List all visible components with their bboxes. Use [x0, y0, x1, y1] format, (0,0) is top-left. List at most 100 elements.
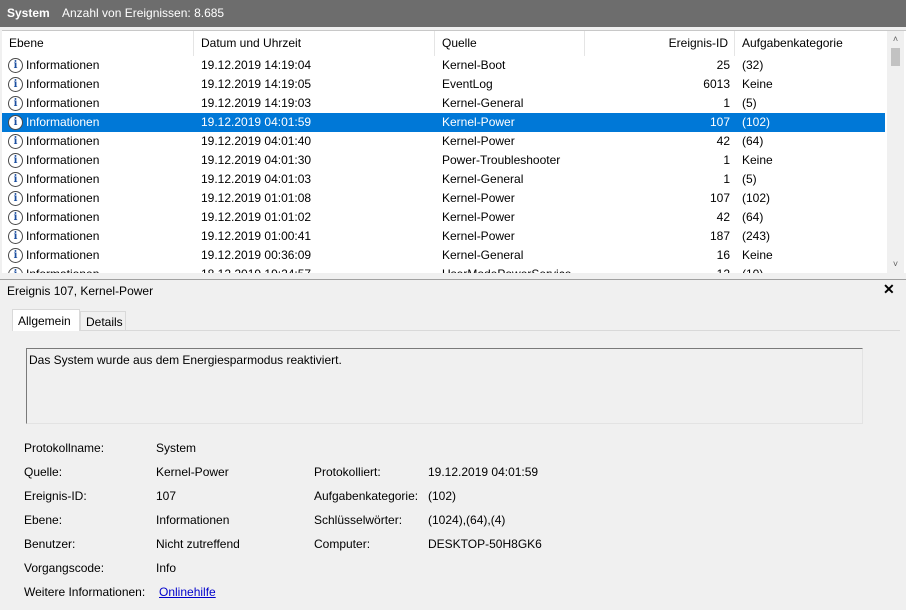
cell-category: (5) — [742, 172, 757, 186]
cell-date: 19.12.2019 04:01:59 — [201, 115, 312, 129]
cell-date: 19.12.2019 14:19:04 — [201, 58, 312, 72]
value-vorgangscode: Info — [156, 561, 177, 575]
column-quelle[interactable]: Quelle — [435, 31, 585, 56]
tab-details[interactable]: Details — [80, 311, 126, 331]
label-aufgabenkategorie: Aufgabenkategorie: — [314, 489, 419, 503]
cell-level: Informationen — [26, 265, 186, 273]
cell-level: Informationen — [26, 229, 100, 243]
detail-header: Ereignis 107, Kernel-Power ✕ — [0, 279, 906, 303]
cell-source: Kernel-General — [442, 96, 524, 110]
cell-source: Kernel-Power — [442, 115, 515, 129]
cell-source: Kernel-Boot — [442, 58, 506, 72]
info-icon: i — [8, 115, 23, 130]
cell-level: Informationen — [26, 191, 100, 205]
cell-category: (243) — [742, 229, 771, 243]
value-ebene: Informationen — [156, 513, 230, 527]
info-icon: i — [8, 229, 23, 244]
table-row[interactable]: iInformationen 18.12.2019 19:24:57 UserMod… — [2, 265, 885, 273]
cell-category: Keine — [742, 77, 773, 91]
info-icon: i — [8, 191, 23, 206]
cell-date: 19.12.2019 01:01:08 — [201, 191, 312, 205]
log-titlebar: System Anzahl von Ereignissen: 8.685 — [0, 0, 906, 27]
info-icon: i — [8, 267, 23, 273]
cell-category: (102) — [742, 191, 771, 205]
cell-date: 19.12.2019 14:19:03 — [201, 96, 312, 110]
info-icon: i — [8, 210, 23, 225]
scroll-down-icon[interactable]: ˅ — [887, 256, 904, 273]
cell-event-id: 16 — [716, 248, 730, 262]
cell-category: (64) — [742, 134, 764, 148]
log-name: System — [7, 6, 50, 20]
table-row[interactable]: i Informationen 19.12.2019 04:01:30 Power-T… — [2, 151, 885, 170]
tab-allgemein[interactable]: Allgemein — [12, 309, 80, 331]
label-weitere-informationen: Weitere Informationen: — [24, 585, 146, 599]
table-row[interactable]: i Informationen 19.12.2019 01:01:08 Kernel-… — [2, 189, 885, 208]
cell-date: 19.12.2019 14:19:05 — [201, 77, 312, 91]
cell-event-id: 1 — [723, 172, 730, 186]
cell-level: Informationen — [26, 96, 100, 110]
table-row[interactable]: i Informationen 19.12.2019 04:01:40 Kernel-… — [2, 132, 885, 151]
info-icon: i — [8, 172, 23, 187]
column-ereignis-id[interactable]: Ereignis-ID — [585, 31, 735, 56]
value-protokollname: System — [156, 441, 197, 455]
event-rows: i Informationen 19.12.2019 14:19:04 Kernel-… — [2, 56, 885, 273]
table-row[interactable]: i Informationen 19.12.2019 04:01:59 Kernel-… — [2, 113, 885, 132]
value-computer: DESKTOP-50H8GK6 — [428, 537, 542, 551]
cell-category: Keine — [742, 153, 773, 167]
cell-date: 19.12.2019 01:00:41 — [201, 229, 312, 243]
label-protokollname: Protokollname: — [24, 441, 105, 455]
cell-event-id: 6013 — [703, 77, 730, 91]
onlinehilfe-link[interactable]: Onlinehilfe — [159, 585, 216, 599]
label-ereignis-id: Ereignis-ID: — [24, 489, 87, 503]
cell-category: (10) — [742, 265, 882, 273]
table-row[interactable]: i Informationen 19.12.2019 01:00:41 Kernel-… — [2, 227, 885, 246]
table-row[interactable]: i Informationen 19.12.2019 01:01:02 Kernel-… — [2, 208, 885, 227]
label-benutzer: Benutzer: — [24, 537, 76, 551]
cell-category: (32) — [742, 58, 764, 72]
event-count: Anzahl von Ereignissen: 8.685 — [62, 6, 225, 20]
table-row[interactable]: i Informationen 19.12.2019 14:19:03 Kernel-… — [2, 94, 885, 113]
info-icon: i — [8, 248, 23, 263]
column-ebene[interactable]: Ebene — [2, 31, 194, 56]
value-quelle: Kernel-Power — [156, 465, 229, 479]
cell-event-id: 12 — [585, 265, 730, 273]
cell-event-id: 1 — [723, 153, 730, 167]
label-quelle: Quelle: — [24, 465, 63, 479]
label-protokolliert: Protokolliert: — [314, 465, 381, 479]
value-protokolliert: 19.12.2019 04:01:59 — [428, 465, 539, 479]
cell-source: EventLog — [442, 77, 493, 91]
cell-source: Kernel-Power — [442, 191, 515, 205]
cell-category: Keine — [742, 248, 773, 262]
cell-event-id: 107 — [709, 191, 730, 205]
cell-source: Kernel-Power — [442, 134, 515, 148]
detail-title: Ereignis 107, Kernel-Power — [7, 284, 154, 298]
table-row[interactable]: i Informationen 19.12.2019 04:01:03 Kernel-… — [2, 170, 885, 189]
scroll-up-icon[interactable]: ˄ — [887, 31, 904, 48]
value-schluesselwoerter: (1024),(64),(4) — [428, 513, 506, 527]
cell-level: Informationen — [26, 210, 100, 224]
label-schluesselwoerter: Schlüsselwörter: — [314, 513, 403, 527]
label-vorgangscode: Vorgangscode: — [24, 561, 105, 575]
cell-category: (5) — [742, 96, 757, 110]
table-row[interactable]: i Informationen 19.12.2019 14:19:05 EventLo… — [2, 75, 885, 94]
event-list[interactable]: Ebene Datum und Uhrzeit Quelle Ereignis-… — [2, 30, 906, 273]
column-datum[interactable]: Datum und Uhrzeit — [194, 31, 435, 56]
cell-event-id: 42 — [716, 134, 730, 148]
value-benutzer: Nicht zutreffend — [156, 537, 240, 551]
value-aufgabenkategorie: (102) — [428, 489, 457, 503]
column-aufgabenkategorie[interactable]: Aufgabenkategorie — [735, 31, 885, 56]
event-message[interactable]: Das System wurde aus dem Energiesparmodu… — [26, 348, 863, 424]
info-icon: i — [8, 96, 23, 111]
cell-category: (64) — [742, 210, 764, 224]
table-row[interactable]: i Informationen 19.12.2019 00:36:09 Kernel-… — [2, 246, 885, 265]
vertical-scrollbar[interactable]: ˄ ˅ — [887, 31, 904, 273]
cell-level: Informationen — [26, 248, 100, 262]
close-icon[interactable]: ✕ — [883, 281, 895, 298]
info-icon: i — [8, 153, 23, 168]
scroll-thumb[interactable] — [891, 48, 900, 66]
table-row[interactable]: i Informationen 19.12.2019 14:19:04 Kernel-… — [2, 56, 885, 75]
value-ereignis-id: 107 — [156, 489, 177, 503]
cell-source: Kernel-Power — [442, 210, 515, 224]
info-icon: i — [8, 58, 23, 73]
cell-source: Kernel-General — [442, 172, 524, 186]
